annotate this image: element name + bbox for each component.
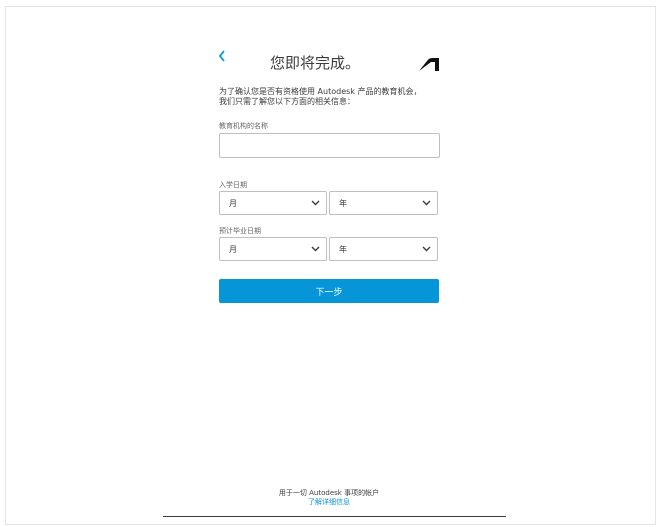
chevron-left-icon <box>218 50 225 62</box>
enrollment-year-value: 年 <box>339 198 347 208</box>
graduation-month-select[interactable]: 月 <box>219 237 327 261</box>
chevron-down-icon <box>311 246 320 252</box>
footer: 用于一切 Autodesk 事项的帐户 了解详细信息 <box>0 489 658 507</box>
graduation-year-select[interactable]: 年 <box>329 237 438 261</box>
enrollment-date-label: 入学日期 <box>219 181 247 189</box>
enrollment-month-select[interactable]: 月 <box>219 191 327 215</box>
enrollment-month-value: 月 <box>229 198 237 208</box>
graduation-month-value: 月 <box>229 244 237 254</box>
learn-more-link[interactable]: 了解详细信息 <box>0 498 658 507</box>
intro-line-2: 我们只需了解您以下方面的相关信息： <box>219 97 355 106</box>
intro-text: 为了确认您是否有资格使用 Autodesk 产品的教育机会， 我们只需了解您以下… <box>219 87 449 107</box>
graduation-date-label: 预计毕业日期 <box>219 227 261 235</box>
page-frame <box>5 6 656 525</box>
chevron-down-icon <box>422 200 431 206</box>
institution-input[interactable] <box>219 133 440 158</box>
chevron-down-icon <box>311 200 320 206</box>
autodesk-logo <box>419 58 439 71</box>
page-title: 您即将完成。 <box>269 54 360 72</box>
footer-text: 用于一切 Autodesk 事项的帐户 <box>278 489 380 497</box>
back-button[interactable] <box>218 50 228 66</box>
next-button[interactable]: 下一步 <box>219 279 439 303</box>
divider <box>163 516 506 517</box>
institution-label: 教育机构的名称 <box>219 122 268 130</box>
intro-line-1: 为了确认您是否有资格使用 Autodesk 产品的教育机会， <box>219 87 422 96</box>
enrollment-year-select[interactable]: 年 <box>329 191 438 215</box>
chevron-down-icon <box>422 246 431 252</box>
graduation-year-value: 年 <box>339 244 347 254</box>
